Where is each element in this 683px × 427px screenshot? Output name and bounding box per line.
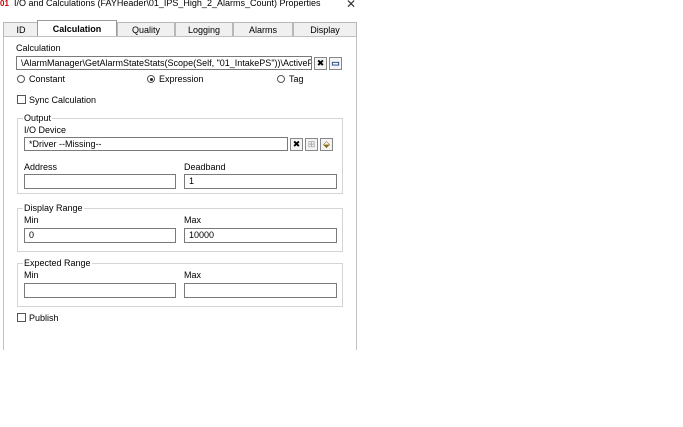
expected-max-label: Max [184,270,202,280]
address-field[interactable] [24,174,176,189]
address-label: Address [24,162,58,172]
tab-logging[interactable]: Logging [175,22,233,36]
expand-editor-button[interactable]: ▭ [329,57,342,70]
calculation-panel: Calculation \AlarmManager\GetAlarmStateS… [3,36,357,350]
display-range-group: Display Range Min 0 Max 10000 [17,203,343,252]
display-min-label: Min [24,215,39,225]
browse-io-device-icon[interactable]: ⊞ [305,138,318,151]
expected-range-group: Expected Range Min Max [17,258,343,307]
expected-range-title: Expected Range [23,258,92,268]
tab-id[interactable]: ID [3,22,39,36]
title-bar: 01 I/O and Calculations (FAYHeader\01_IP… [0,0,360,10]
tab-bar: ID Calculation Quality Logging Alarms Di… [3,20,357,37]
window-title: I/O and Calculations (FAYHeader\01_IPS_H… [14,0,321,8]
radio-constant[interactable] [17,75,25,83]
sync-calculation-label: Sync Calculation [29,95,97,105]
app-icon: 01 [0,0,9,8]
output-group: Output I/O Device *Driver --Missing-- ✖ … [17,113,343,194]
expected-max-field[interactable] [184,283,337,298]
tab-calculation[interactable]: Calculation [37,20,117,37]
tag-browse-icon[interactable]: ⬙ [320,138,333,151]
radio-tag[interactable] [277,75,285,83]
display-max-field[interactable]: 10000 [184,228,337,243]
tab-alarms[interactable]: Alarms [233,22,293,36]
radio-tag-label: Tag [289,74,304,84]
expected-min-label: Min [24,270,39,280]
clear-calculation-button[interactable]: ✖ [314,57,327,70]
publish-checkbox[interactable] [17,313,26,322]
tab-quality[interactable]: Quality [117,22,175,36]
radio-expression[interactable] [147,75,155,83]
io-device-field[interactable]: *Driver --Missing-- [24,137,288,151]
display-min-field[interactable]: 0 [24,228,176,243]
output-group-title: Output [23,113,53,123]
radio-constant-label: Constant [29,74,66,84]
publish-label: Publish [29,313,59,323]
deadband-field[interactable]: 1 [184,174,337,189]
calculation-label: Calculation [16,43,61,53]
radio-expression-label: Expression [159,74,204,84]
close-icon[interactable]: ✕ [346,0,356,11]
display-max-label: Max [184,215,202,225]
expected-min-field[interactable] [24,283,176,298]
display-range-title: Display Range [23,203,84,213]
deadband-label: Deadband [184,162,226,172]
tab-display[interactable]: Display [293,22,357,36]
calculation-expression-field[interactable]: \AlarmManager\GetAlarmStateStats(Scope(S… [16,56,312,70]
clear-io-device-button[interactable]: ✖ [290,138,303,151]
io-device-label: I/O Device [24,125,67,135]
sync-calculation-checkbox[interactable] [17,95,26,104]
